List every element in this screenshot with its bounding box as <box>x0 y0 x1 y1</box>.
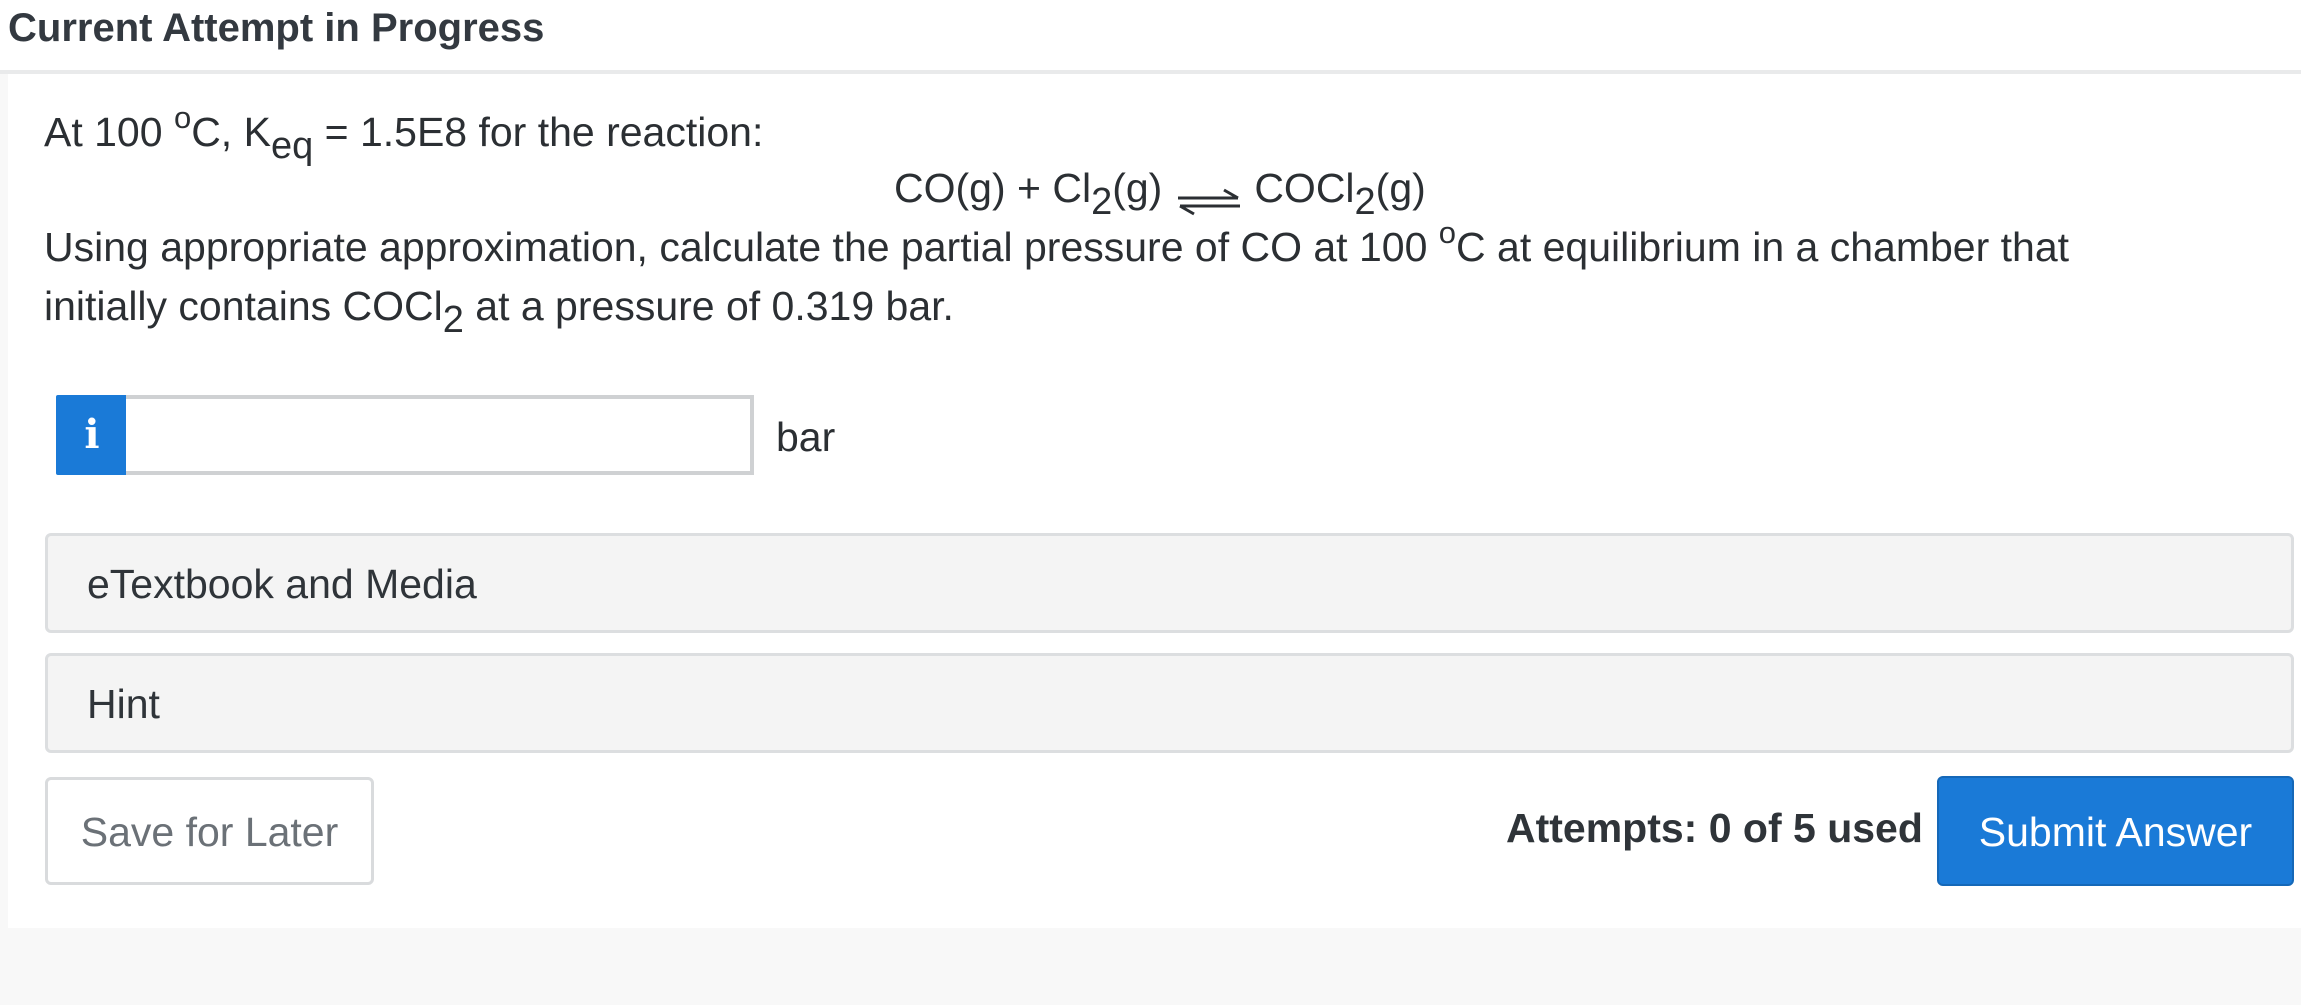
question-line-3: initially contains COCl2 at a pressure o… <box>44 281 954 341</box>
page-header: Current Attempt in Progress <box>0 0 2301 74</box>
question-line-1-mid: C, K <box>191 109 271 155</box>
question-line-2: Using appropriate approximation, calcula… <box>44 215 2070 276</box>
reaction-equation: CO(g) + Cl2(g) COCl2(g) <box>894 163 1426 223</box>
hint-label: Hint <box>87 681 160 727</box>
degree-symbol: o <box>173 100 192 135</box>
save-for-later-button[interactable]: Save for Later <box>45 777 374 885</box>
cocl2-subscript-2: 2 <box>442 299 464 341</box>
degree-symbol-2: o <box>1438 215 1457 250</box>
answer-input[interactable] <box>126 395 754 475</box>
question-line-3-suffix: at a pressure of 0.319 bar. <box>463 283 954 329</box>
cocl2-subscript: 2 <box>1354 181 1376 223</box>
hint-section[interactable]: Hint <box>45 653 2294 753</box>
cl2-subscript: 2 <box>1091 181 1113 223</box>
question-line-1-suffix: = 1.5E8 for the reaction: <box>313 109 764 155</box>
submit-answer-button[interactable]: Submit Answer <box>1937 776 2294 886</box>
info-icon[interactable]: i <box>56 395 128 475</box>
product-phase: (g) <box>1375 165 1426 211</box>
product: COCl <box>1254 165 1355 211</box>
reactants: CO(g) + Cl <box>894 165 1092 211</box>
keq-subscript: eq <box>270 125 314 167</box>
question-line-2-suffix: C at equilibrium in a chamber that <box>1456 224 2070 270</box>
attempts-counter: Attempts: 0 of 5 used <box>1506 805 1923 851</box>
question-line-3-prefix: initially contains COCl <box>44 283 443 329</box>
question-line-1: At 100 oC, Keq = 1.5E8 for the reaction: <box>44 100 764 167</box>
etextbook-media-label: eTextbook and Media <box>87 561 477 607</box>
answer-unit: bar <box>776 414 836 460</box>
etextbook-media-section[interactable]: eTextbook and Media <box>45 533 2294 633</box>
question-line-2-prefix: Using appropriate approximation, calcula… <box>44 224 1439 270</box>
page-title: Current Attempt in Progress <box>8 6 545 50</box>
reactant-phase: (g) <box>1112 165 1163 211</box>
equilibrium-arrow-icon <box>1176 177 1242 216</box>
question-line-1-prefix: At 100 <box>44 109 174 155</box>
